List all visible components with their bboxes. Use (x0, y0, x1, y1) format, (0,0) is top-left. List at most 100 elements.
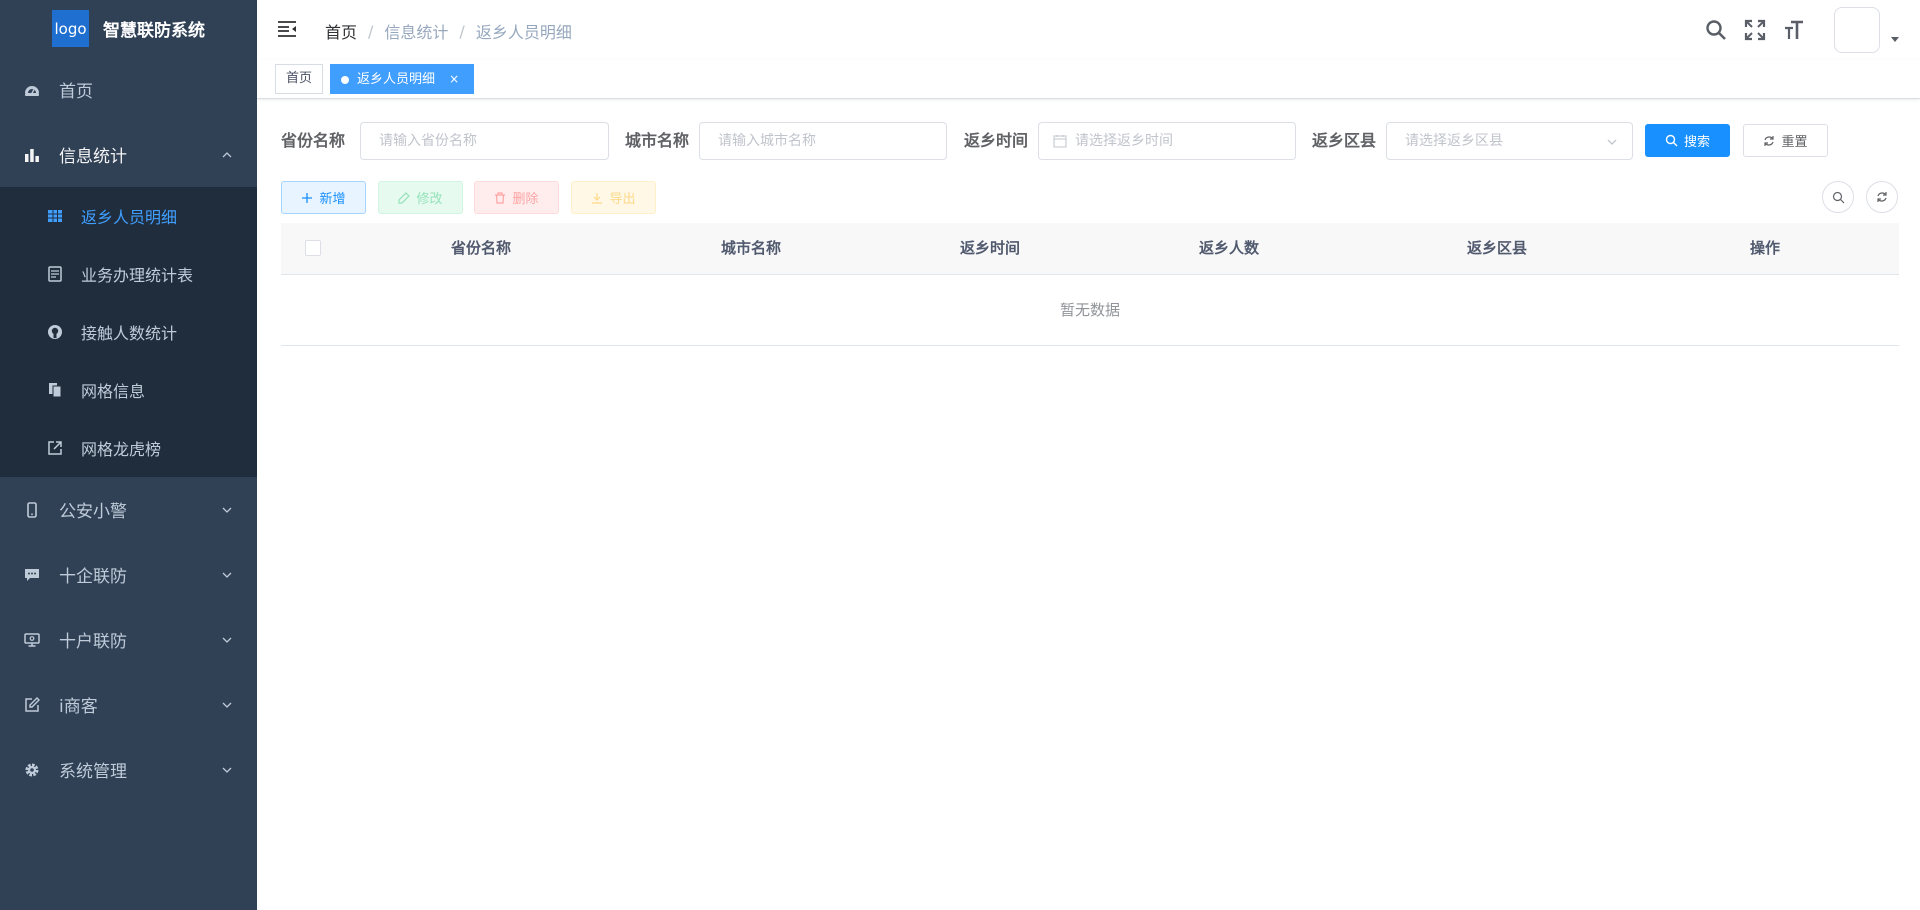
tag-label: 返乡人员明细 (357, 72, 436, 87)
dashboard-icon (23, 81, 41, 99)
add-button[interactable]: 新增 (281, 181, 366, 214)
chevron-down-icon (222, 702, 232, 708)
breadcrumb-home[interactable]: 首页 (325, 19, 357, 43)
district-select[interactable]: 请选择返乡区县 (1386, 122, 1633, 160)
sidebar-label-returnees: 返乡人员明细 (81, 208, 178, 227)
menu-item-merchant[interactable]: i商客 (0, 672, 257, 737)
menu-label-system: 系统管理 (59, 762, 127, 782)
reset-button-label: 重置 (1781, 135, 1808, 150)
menu-item-household[interactable]: 十户联防 (0, 607, 257, 672)
chevron-down-icon (222, 507, 232, 513)
tag-home[interactable]: 首页 (275, 64, 324, 94)
reset-button[interactable]: 重置 (1743, 124, 1828, 157)
navbar-actions (1705, 0, 1920, 60)
breadcrumb-separator: / (368, 21, 374, 41)
chevron-down-icon (222, 572, 232, 578)
sidebar-logo[interactable]: logo 智慧联防系统 (0, 0, 257, 57)
edit-icon (23, 696, 41, 714)
export-button[interactable]: 导出 (571, 181, 656, 214)
toggle-search-button[interactable] (1822, 181, 1854, 213)
submenu-info-stats: 返乡人员明细 业务办理统计表 接触人数统计 网格信息 网格龙虎榜 (0, 187, 257, 477)
chevron-up-icon (222, 151, 232, 157)
breadcrumb-info-stats: 信息统计 (384, 23, 449, 42)
column-header: 操作 (1749, 239, 1780, 257)
hamburger-icon[interactable] (277, 19, 297, 39)
time-placeholder: 请选择返乡时间 (1075, 133, 1173, 149)
search-icon (1832, 191, 1844, 203)
column-header[interactable]: 返乡区县 (1417, 223, 1577, 274)
trash-icon (495, 191, 506, 204)
calendar-icon (1053, 135, 1067, 148)
sidebar-label-contact-stats: 接触人数统计 (81, 324, 178, 343)
province-label: 省份名称 (281, 131, 346, 150)
district-placeholder: 请选择返乡区县 (1405, 133, 1503, 149)
menu-label-home: 首页 (59, 82, 93, 102)
plus-icon (302, 192, 313, 203)
search-button[interactable]: 搜索 (1645, 124, 1730, 157)
menu-label-household: 十户联防 (59, 632, 127, 652)
close-icon[interactable]: × (449, 72, 459, 86)
column-header[interactable]: 返乡人数 (1149, 223, 1309, 274)
fullscreen-icon[interactable] (1744, 19, 1766, 41)
time-picker[interactable]: 请选择返乡时间 (1038, 122, 1296, 160)
delete-button[interactable]: 删除 (474, 181, 559, 214)
mobile-icon (23, 501, 41, 519)
sidebar-label-business-stats: 业务办理统计表 (81, 266, 194, 285)
time-label: 返乡时间 (964, 131, 1029, 150)
documents-icon (47, 382, 63, 398)
menu-item-system[interactable]: 系统管理 (0, 737, 257, 802)
province-input[interactable]: 请输入省份名称 (360, 122, 609, 160)
column-header[interactable]: 返乡时间 (910, 223, 1070, 274)
sidebar-item-returnees[interactable]: 返乡人员明细 (0, 187, 257, 245)
search-icon[interactable] (1705, 19, 1727, 41)
sidebar: logo 智慧联防系统 首页 信息统计 返乡人员明细 业务办理统计表 接触人数统… (0, 0, 257, 910)
search-form: 省份名称 请输入省份名称 城市名称 请输入城市名称 返乡时间 请选择返乡时间 返… (281, 122, 1900, 160)
logo-image: logo (52, 10, 89, 47)
menu-label-merchant: i商客 (59, 697, 98, 717)
edit-button-label: 修改 (416, 192, 443, 207)
navbar: 首页 / 信息统计 / 返乡人员明细 (257, 0, 1920, 60)
app-title: 智慧联防系统 (103, 21, 205, 41)
github-icon (47, 324, 63, 340)
bar-chart-icon (23, 146, 41, 164)
breadcrumb-current: 返乡人员明细 (475, 23, 572, 42)
caret-down-icon[interactable] (1890, 34, 1900, 44)
sidebar-item-grid-info[interactable]: 网格信息 (0, 361, 257, 419)
sidebar-label-grid-rank: 网格龙虎榜 (81, 440, 162, 459)
sidebar-item-business-stats[interactable]: 业务办理统计表 (0, 245, 257, 303)
monitor-icon (23, 631, 41, 649)
select-all-checkbox[interactable] (305, 240, 321, 256)
breadcrumb-separator: / (459, 21, 465, 41)
column-header[interactable]: 城市名称 (671, 223, 831, 274)
delete-button-label: 删除 (512, 192, 539, 207)
menu-label-info-stats: 信息统计 (59, 147, 127, 167)
edit-button[interactable]: 修改 (378, 181, 463, 214)
chevron-down-icon (1607, 139, 1617, 145)
tags-view: 首页 返乡人员明细 × (257, 60, 1920, 99)
chevron-down-icon (222, 637, 232, 643)
breadcrumb: 首页 / 信息统计 / 返乡人员明细 (325, 19, 572, 43)
table-icon (47, 208, 63, 224)
refresh-icon (1877, 192, 1887, 202)
search-button-label: 搜索 (1683, 135, 1710, 150)
city-label: 城市名称 (625, 131, 690, 150)
sidebar-label-grid-info: 网格信息 (81, 382, 146, 401)
edit-icon (398, 191, 411, 204)
menu-item-police[interactable]: 公安小警 (0, 477, 257, 542)
menu-label-enterprise: 十企联防 (59, 567, 127, 587)
refresh-button[interactable] (1866, 181, 1898, 213)
sidebar-item-grid-rank[interactable]: 网格龙虎榜 (0, 419, 257, 477)
city-input[interactable]: 请输入城市名称 (699, 122, 947, 160)
main-content: 省份名称 请输入省份名称 城市名称 请输入城市名称 返乡时间 请选择返乡时间 返… (257, 98, 1920, 910)
refresh-icon (1764, 135, 1775, 146)
menu-item-enterprise[interactable]: 十企联防 (0, 542, 257, 607)
sidebar-item-contact-stats[interactable]: 接触人数统计 (0, 303, 257, 361)
avatar[interactable] (1834, 7, 1880, 53)
external-link-icon (47, 440, 63, 456)
tag-returnees[interactable]: 返乡人员明细 × (330, 64, 475, 94)
menu-item-info-stats[interactable]: 信息统计 (0, 122, 257, 187)
column-header[interactable]: 省份名称 (401, 223, 561, 274)
menu-item-home[interactable]: 首页 (0, 57, 257, 122)
font-size-icon[interactable] (1783, 19, 1805, 41)
download-icon (592, 192, 603, 204)
